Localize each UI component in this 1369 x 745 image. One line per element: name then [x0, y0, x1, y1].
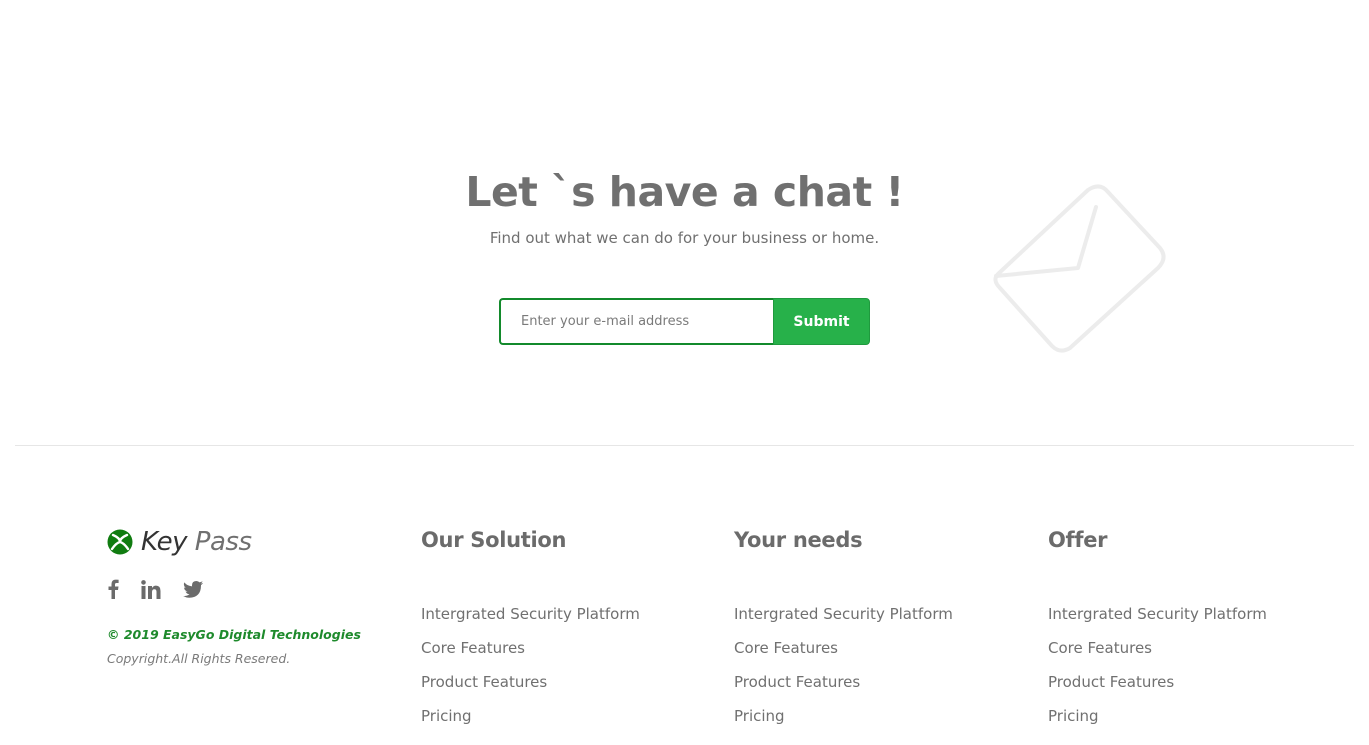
page: Let `s have a chat ! Find out what we ca… — [0, 0, 1369, 745]
section-divider — [15, 445, 1354, 446]
list-item: Pricing — [421, 706, 640, 740]
newsletter-form: Submit — [499, 298, 870, 345]
facebook-icon — [108, 579, 119, 599]
envelope-icon — [993, 184, 1166, 353]
footer-link-list: Intergrated Security Platform Core Featu… — [421, 604, 640, 740]
social-links — [107, 578, 225, 600]
footer-link[interactable]: Pricing — [421, 707, 472, 725]
list-item: Product Features — [1048, 672, 1267, 706]
list-item: Core Features — [734, 638, 953, 672]
footer-column-title: Your needs — [734, 528, 863, 552]
footer-link[interactable]: Intergrated Security Platform — [421, 605, 640, 623]
footer-column-offer: Offer Intergrated Security Platform Core… — [1048, 528, 1267, 740]
brand-name-key: Key — [141, 527, 188, 557]
twitter-link[interactable] — [183, 578, 203, 600]
list-item: Product Features — [421, 672, 640, 706]
list-item: Pricing — [1048, 706, 1267, 740]
footer-column-title: Our Solution — [421, 528, 567, 552]
copyright-text: © 2019 EasyGo Digital Technologies — [107, 627, 361, 642]
linkedin-icon — [141, 579, 161, 599]
facebook-link[interactable] — [107, 578, 119, 600]
footer-column-your-needs: Your needs Intergrated Security Platform… — [734, 528, 953, 740]
footer-link[interactable]: Product Features — [1048, 673, 1174, 691]
list-item: Pricing — [734, 706, 953, 740]
brand-name-pass: Pass — [194, 527, 252, 557]
footer-column-our-solution: Our Solution Intergrated Security Platfo… — [421, 528, 640, 740]
footer-link[interactable]: Pricing — [1048, 707, 1099, 725]
footer-link[interactable]: Core Features — [421, 639, 525, 657]
twitter-icon — [183, 580, 203, 598]
footer-link[interactable]: Product Features — [734, 673, 860, 691]
list-item: Intergrated Security Platform — [1048, 604, 1267, 638]
brand-name: Key Pass — [141, 527, 252, 557]
footer-link[interactable]: Core Features — [1048, 639, 1152, 657]
footer-link-list: Intergrated Security Platform Core Featu… — [734, 604, 953, 740]
list-item: Core Features — [1048, 638, 1267, 672]
submit-button[interactable]: Submit — [773, 298, 870, 345]
footer-link[interactable]: Intergrated Security Platform — [1048, 605, 1267, 623]
footer-link-list: Intergrated Security Platform Core Featu… — [1048, 604, 1267, 740]
email-input[interactable] — [499, 298, 773, 345]
footer-link[interactable]: Product Features — [421, 673, 547, 691]
list-item: Core Features — [421, 638, 640, 672]
brand-logo-link[interactable]: Key Pass — [107, 526, 252, 558]
list-item: Intergrated Security Platform — [421, 604, 640, 638]
list-item: Product Features — [734, 672, 953, 706]
rights-text: Copyright.All Rights Resered. — [107, 651, 291, 666]
xbox-logo-icon — [107, 529, 133, 555]
footer-link[interactable]: Intergrated Security Platform — [734, 605, 953, 623]
footer-column-title: Offer — [1048, 528, 1108, 552]
footer-link[interactable]: Pricing — [734, 707, 785, 725]
list-item: Intergrated Security Platform — [734, 604, 953, 638]
linkedin-link[interactable] — [141, 578, 161, 600]
footer-link[interactable]: Core Features — [734, 639, 838, 657]
